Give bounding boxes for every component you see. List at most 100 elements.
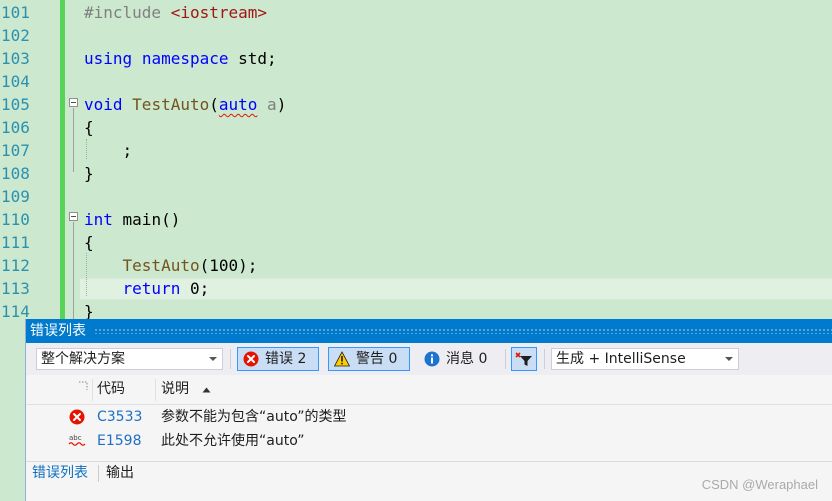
messages-count-label: 消息 0 [446, 351, 488, 367]
tab-output[interactable]: 输出 [106, 462, 134, 484]
code-line[interactable]: 108} [0, 162, 832, 185]
errors-count-label: 错误 2 [265, 351, 307, 367]
error-row[interactable]: C3533 参数不能为包含“auto”的类型 [26, 405, 832, 429]
code-text[interactable]: ; [84, 139, 133, 162]
error-list-header: 代码 说明 [26, 375, 832, 405]
warnings-count-label: 警告 0 [356, 351, 398, 367]
toolbar-separator [505, 349, 506, 369]
indent-guide [86, 253, 87, 296]
error-description: 此处不允许使用“auto” [161, 433, 305, 449]
line-number: 110 [1, 210, 30, 229]
chevron-down-icon [209, 357, 217, 361]
column-header-code[interactable]: 代码 [97, 375, 125, 404]
code-text[interactable]: { [84, 116, 94, 139]
line-number: 104 [1, 72, 30, 91]
code-token: using [84, 49, 133, 68]
line-number: 111 [1, 233, 30, 252]
errors-filter-button[interactable]: 错误 2 [237, 347, 319, 371]
error-code[interactable]: C3533 [97, 405, 142, 429]
error-icon [243, 351, 259, 367]
line-number: 106 [1, 118, 30, 137]
error-row[interactable]: abc E1598 此处不允许使用“auto” [26, 429, 832, 453]
error-list-titlebar[interactable]: 错误列表 [26, 319, 832, 343]
column-chooser-icon[interactable] [78, 381, 88, 391]
code-line[interactable]: 102 [0, 24, 832, 47]
code-token: ; [84, 141, 133, 160]
code-token: 0; [180, 279, 210, 298]
column-divider[interactable] [92, 379, 93, 401]
filter-toggle-button[interactable] [511, 347, 537, 371]
titlebar-grip [94, 328, 832, 334]
code-token: #include [84, 3, 171, 22]
info-icon [424, 351, 440, 367]
code-token: TestAuto [122, 256, 200, 275]
error-code[interactable]: E1598 [97, 429, 141, 453]
code-token: auto [218, 95, 258, 114]
code-line[interactable]: 112 TestAuto(100); [0, 254, 832, 277]
line-number: 105 [1, 95, 30, 114]
code-line[interactable]: 103 using namespace std; [0, 47, 832, 70]
error-list-panel: 错误列表 整个解决方案 错误 2 警告 0 消息 0 生成 + IntelliS… [25, 319, 832, 501]
code-text[interactable]: int main() [84, 208, 180, 231]
line-number: 109 [1, 187, 30, 206]
scope-dropdown[interactable]: 整个解决方案 [36, 348, 223, 370]
code-line[interactable]: 101 #include <iostream> [0, 1, 832, 24]
code-token: ( [209, 95, 219, 114]
code-text[interactable]: #include <iostream> [84, 1, 267, 24]
fold-guide [73, 108, 74, 172]
line-number: 114 [1, 302, 30, 319]
scope-value: 整个解决方案 [41, 351, 125, 367]
chevron-down-icon [725, 357, 733, 361]
messages-filter-button[interactable]: 消息 0 [418, 347, 500, 371]
indent-guide [86, 139, 87, 159]
code-line[interactable]: 105 void TestAuto(auto a) [0, 93, 832, 116]
code-token: } [84, 302, 94, 319]
code-editor[interactable]: 101 #include <iostream> 102 103 using namesp… [0, 0, 832, 319]
code-line[interactable]: 113 return 0; [0, 277, 832, 300]
code-token: ) [276, 95, 287, 114]
code-token: int [84, 210, 113, 229]
code-token: (100); [199, 256, 258, 275]
code-token: std; [228, 49, 277, 68]
error-icon [69, 409, 85, 425]
code-line[interactable]: 106 { [0, 116, 832, 139]
code-line[interactable]: 114} [0, 300, 832, 319]
code-line[interactable]: 104 [0, 70, 832, 93]
code-text[interactable]: } [84, 162, 94, 185]
code-line[interactable]: 109 [0, 185, 832, 208]
code-text[interactable]: { [84, 231, 94, 254]
line-number: 101 [1, 3, 30, 22]
code-token: { [84, 118, 94, 137]
code-text[interactable]: } [84, 300, 94, 319]
line-number: 103 [1, 49, 30, 68]
tab-error-list[interactable]: 错误列表 [32, 462, 88, 484]
code-token: main() [112, 210, 181, 229]
code-token: namespace [141, 49, 229, 68]
warnings-filter-button[interactable]: 警告 0 [328, 347, 410, 371]
svg-text:abc: abc [69, 434, 82, 442]
code-line[interactable]: 111 { [0, 231, 832, 254]
code-text[interactable]: using namespace std; [84, 47, 277, 70]
collapse-main-icon[interactable] [69, 212, 78, 221]
code-text[interactable]: TestAuto(100); [84, 254, 258, 277]
code-line[interactable]: 107 ; [0, 139, 832, 162]
code-line[interactable]: 110 int main() [0, 208, 832, 231]
code-token: { [84, 233, 94, 252]
column-divider[interactable] [155, 379, 156, 401]
code-text[interactable]: void TestAuto(auto a) [84, 93, 286, 116]
intellisense-abc-icon: abc [68, 434, 86, 446]
collapse-testauto-icon[interactable] [69, 98, 78, 107]
toolbar-separator [544, 349, 545, 369]
code-token: void [84, 95, 123, 114]
code-text[interactable]: return 0; [84, 277, 210, 300]
code-token: a [267, 95, 277, 114]
tab-separator [98, 465, 99, 482]
build-intellisense-dropdown[interactable]: 生成 + IntelliSense [551, 348, 739, 370]
column-header-description[interactable]: 说明 [161, 375, 189, 404]
line-number: 112 [1, 256, 30, 275]
line-number: 107 [1, 141, 30, 160]
error-list-toolbar: 整个解决方案 错误 2 警告 0 消息 0 生成 + IntelliSense [26, 343, 832, 375]
